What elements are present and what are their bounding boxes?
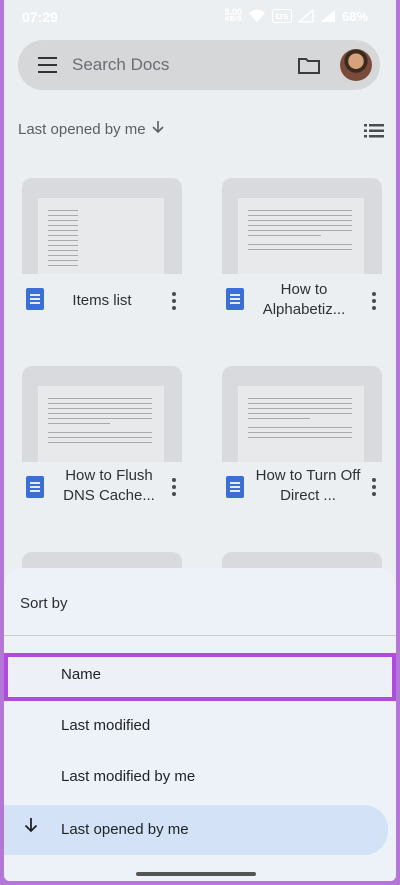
signal-icon <box>297 9 314 23</box>
search-input[interactable]: Search Docs <box>72 55 169 75</box>
more-options-icon[interactable] <box>172 292 176 313</box>
signal-icon-2 <box>320 9 336 23</box>
screen: 07:29 5.00 KB/S LTE 68% Search Docs Last… <box>4 0 396 881</box>
avatar[interactable] <box>340 49 372 81</box>
document-thumbnail[interactable] <box>222 366 382 462</box>
arrow-down-icon <box>152 120 164 138</box>
document-thumbnail[interactable] <box>22 366 182 462</box>
document-card[interactable]: How to Turn Off Direct ... <box>222 366 382 516</box>
document-card[interactable]: How to Flush DNS Cache... <box>22 366 182 516</box>
arrow-down-icon <box>24 817 38 837</box>
sort-option-label: Last opened by me <box>61 821 189 838</box>
sort-option-last-modified[interactable]: Last modified <box>4 704 396 748</box>
document-card[interactable]: How to Alphabetiz... <box>222 178 382 328</box>
sort-label: Last opened by me <box>18 120 146 138</box>
folder-icon[interactable] <box>298 56 320 79</box>
document-thumbnail[interactable] <box>22 178 182 274</box>
google-docs-icon <box>26 288 44 310</box>
document-title: How to Flush DNS Cache... <box>63 467 155 504</box>
google-docs-icon <box>226 288 244 310</box>
status-time: 07:29 <box>22 9 58 25</box>
document-thumbnail[interactable] <box>222 178 382 274</box>
sort-by-bottom-sheet: Sort by Name Last modified Last modified… <box>4 568 396 881</box>
sort-button[interactable]: Last opened by me <box>18 120 164 138</box>
search-bar[interactable]: Search Docs <box>18 40 380 90</box>
google-docs-icon <box>226 476 244 498</box>
svg-text:LTE: LTE <box>276 13 289 21</box>
hamburger-menu-icon[interactable] <box>38 57 57 73</box>
wifi-icon <box>248 9 266 23</box>
sort-option-last-opened-by-me[interactable]: Last opened by me <box>4 805 388 855</box>
sort-option-label: Name <box>61 666 102 683</box>
sort-option-last-modified-by-me[interactable]: Last modified by me <box>4 755 396 799</box>
more-options-icon[interactable] <box>372 478 376 499</box>
divider <box>4 635 396 636</box>
sort-option-label: Last modified by me <box>61 768 196 785</box>
network-speed: 5.00 KB/S <box>224 8 242 24</box>
document-title: How to Turn Off Direct ... <box>255 467 361 504</box>
volte-icon: LTE <box>271 9 292 23</box>
battery-percentage: 68% <box>341 8 368 24</box>
google-docs-icon <box>26 476 44 498</box>
sort-option-label: Last modified <box>61 717 151 734</box>
status-icons: 5.00 KB/S LTE 68% <box>224 8 368 24</box>
speed-unit: KB/S <box>224 16 242 23</box>
document-title: How to Alphabetiz... <box>262 281 346 318</box>
home-indicator[interactable] <box>136 872 256 876</box>
status-bar: 07:29 5.00 KB/S LTE 68% <box>4 0 396 34</box>
document-card[interactable]: Items list <box>22 178 182 328</box>
speed-value: 5.00 <box>224 7 242 17</box>
document-title: Items list <box>72 292 132 309</box>
list-view-icon[interactable] <box>364 124 384 143</box>
sheet-title: Sort by <box>20 595 68 612</box>
more-options-icon[interactable] <box>372 292 376 313</box>
more-options-icon[interactable] <box>172 478 176 499</box>
sort-option-name[interactable]: Name <box>4 653 396 701</box>
